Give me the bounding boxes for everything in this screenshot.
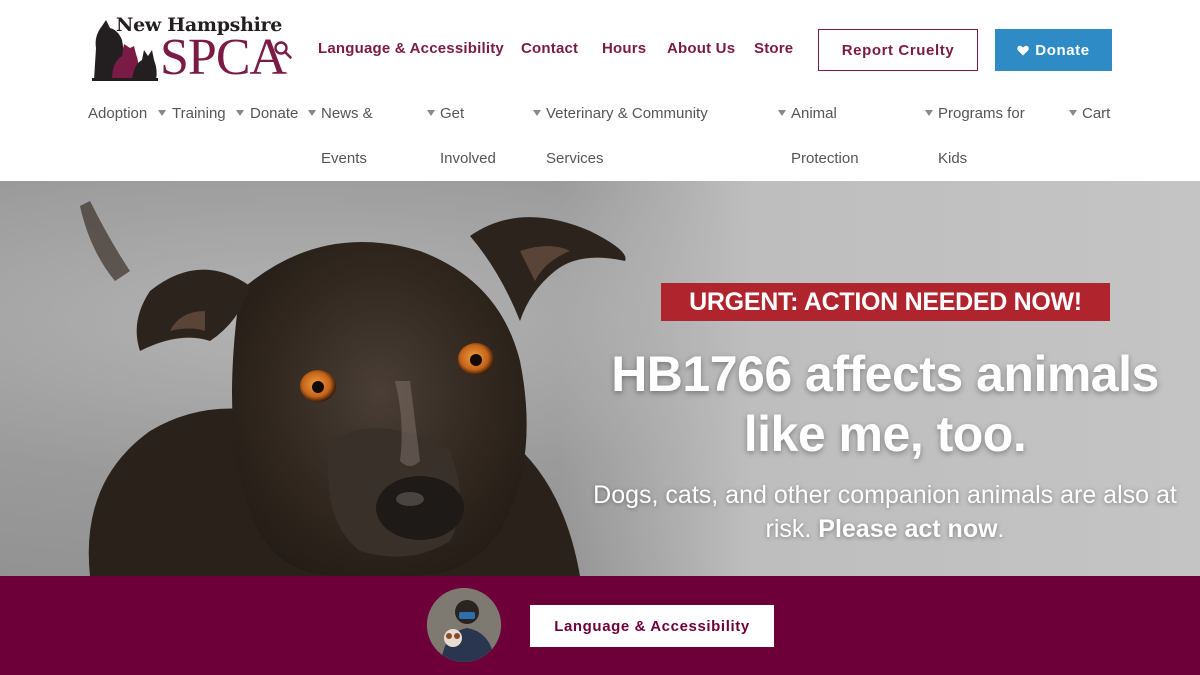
accessibility-band: Language & Accessibility (0, 576, 1200, 675)
heart-icon (1017, 45, 1030, 55)
nav-contact[interactable]: Contact (521, 40, 578, 57)
logo-line2: SPCA (160, 29, 287, 86)
donate-label: Donate (1035, 41, 1090, 59)
main-nav-label: Animal Protection (791, 105, 859, 167)
hero-banner[interactable]: URGENT: ACTION NEEDED NOW! HB1766 affect… (0, 181, 1200, 576)
caret-down-icon[interactable] (533, 110, 541, 116)
main-nav-news-events[interactable]: News & Events (321, 91, 391, 181)
main-nav-label: Veterinary & Community Services (546, 105, 708, 167)
caret-down-icon[interactable] (1069, 110, 1077, 116)
caret-down-icon[interactable] (236, 110, 244, 116)
language-accessibility-button[interactable]: Language & Accessibility (530, 605, 774, 647)
caret-down-icon[interactable] (158, 110, 166, 116)
main-nav-programs-for-kids[interactable]: Programs for Kids (938, 91, 1038, 181)
report-cruelty-label: Report Cruelty (841, 41, 955, 59)
main-nav-label: Cart (1082, 105, 1111, 122)
nav-language-accessibility[interactable]: Language & Accessibility (318, 40, 504, 57)
avatar-person-with-puppy (427, 588, 501, 662)
main-nav-label: News & Events (321, 105, 373, 167)
avatar (427, 588, 501, 662)
dog-photo (80, 201, 626, 576)
main-nav-label: Programs for Kids (938, 105, 1025, 167)
hero-subtext-emphasis: Please act now (818, 515, 998, 543)
main-nav-veterinary-community[interactable]: Veterinary & Community Services (546, 91, 736, 181)
site-header: New Hampshire SPCA Language & Accessibil… (0, 0, 1200, 181)
caret-down-icon[interactable] (925, 110, 933, 116)
caret-down-icon[interactable] (778, 110, 786, 116)
main-nav-label: Get Involved (440, 105, 496, 167)
main-nav-cart[interactable]: Cart (1082, 91, 1142, 136)
nav-store[interactable]: Store (754, 40, 793, 57)
search-icon[interactable] (273, 40, 293, 60)
main-nav-get-involved[interactable]: Get Involved (440, 91, 510, 181)
report-cruelty-button[interactable]: Report Cruelty (818, 29, 978, 71)
hero-subtext: Dogs, cats, and other companion animals … (590, 478, 1180, 546)
donate-button[interactable]: Donate (995, 29, 1112, 71)
urgent-banner: URGENT: ACTION NEEDED NOW! (661, 283, 1110, 321)
language-accessibility-label: Language & Accessibility (554, 617, 750, 635)
nav-hours[interactable]: Hours (602, 40, 646, 57)
nav-about-us[interactable]: About Us (667, 40, 735, 57)
site-logo[interactable]: New Hampshire SPCA (88, 14, 287, 86)
caret-down-icon[interactable] (427, 110, 435, 116)
hero-subtext-end: . (997, 515, 1005, 543)
caret-down-icon[interactable] (308, 110, 316, 116)
main-nav-animal-protection[interactable]: Animal Protection (791, 91, 881, 181)
hero-headline: HB1766 affects animals like me, too. (611, 346, 1159, 462)
